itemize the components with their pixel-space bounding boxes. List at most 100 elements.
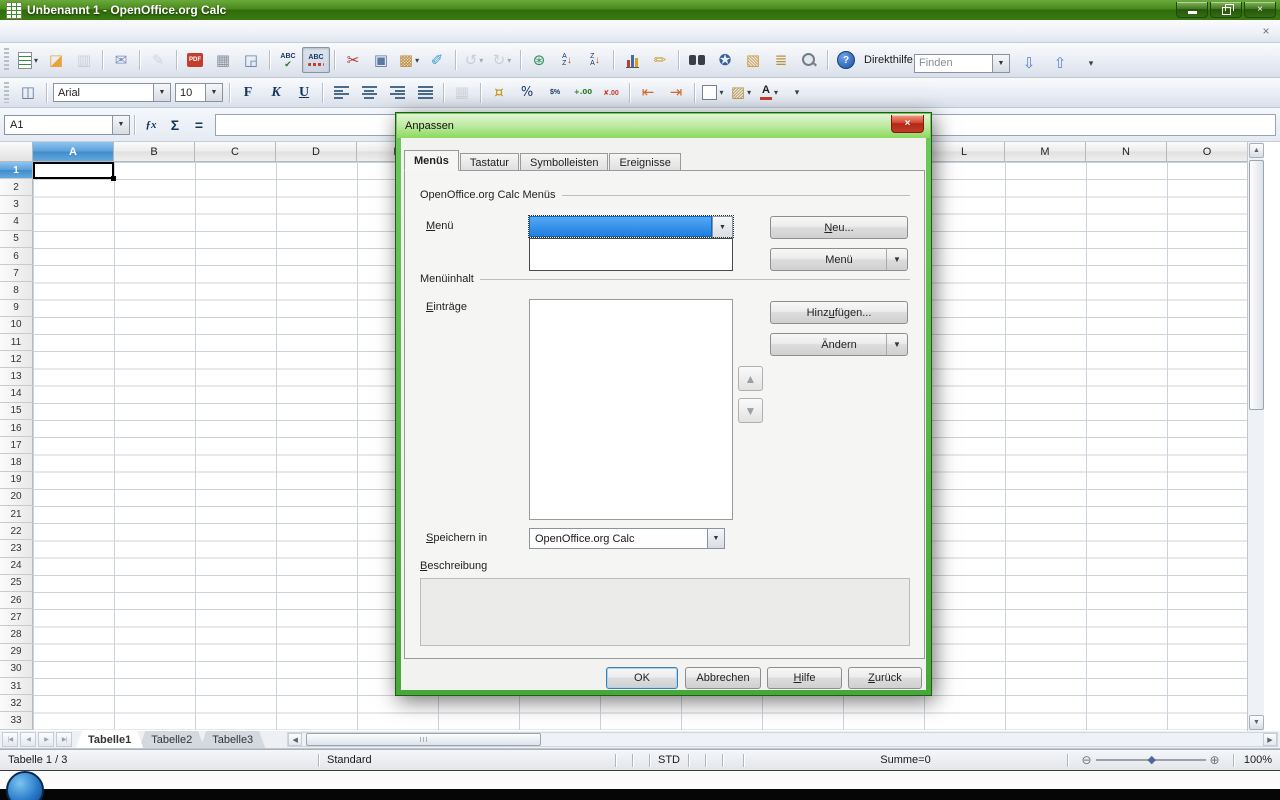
styles-icon[interactable]: ◫	[14, 80, 42, 106]
chevron-down-icon[interactable]: ▼	[153, 84, 170, 101]
row-header[interactable]: 3	[0, 196, 33, 213]
chevron-down-icon[interactable]: ▼	[992, 55, 1009, 72]
modify-button[interactable]: Ändern ▼	[770, 333, 908, 356]
hyperlink-icon[interactable]: ⊛	[525, 47, 553, 73]
next-sheet-icon[interactable]: ▶	[38, 732, 54, 747]
column-header[interactable]: L	[924, 142, 1005, 162]
document-close-button[interactable]: ×	[1258, 23, 1274, 39]
toolbar-grip[interactable]	[4, 48, 9, 72]
row-header[interactable]: 8	[0, 282, 33, 299]
copy-icon[interactable]: ▣	[367, 47, 395, 73]
row-header[interactable]: 27	[0, 609, 33, 626]
row-header[interactable]: 2	[0, 179, 33, 196]
row-header[interactable]: 22	[0, 523, 33, 540]
horizontal-scroll-thumb[interactable]	[306, 733, 541, 746]
zoom-percent[interactable]: 100%	[1234, 754, 1280, 766]
find-overflow-button[interactable]: ▾	[1077, 50, 1105, 76]
navigator-icon[interactable]: ✪	[711, 47, 739, 73]
font-name-combo[interactable]: Arial▼	[53, 83, 171, 102]
sum-icon[interactable]: Σ	[163, 114, 187, 136]
row-header[interactable]: 18	[0, 454, 33, 471]
previous-sheet-icon[interactable]: ◀	[20, 732, 36, 747]
sort-ascending-icon[interactable]: AZ↓	[553, 47, 581, 73]
zoom-out-icon[interactable]: ⊖	[1081, 754, 1091, 766]
row-header[interactable]: 25	[0, 575, 33, 592]
row-header[interactable]: 4	[0, 214, 33, 231]
row-header[interactable]: 12	[0, 351, 33, 368]
row-header[interactable]: 32	[0, 695, 33, 712]
row-header[interactable]: 29	[0, 644, 33, 661]
direkthilfe-label[interactable]: Direkthilfe	[860, 47, 917, 73]
data-sources-icon[interactable]: ≣	[767, 47, 795, 73]
background-color-icon[interactable]: ▨▾	[727, 80, 755, 106]
vertical-scrollbar[interactable]: ▲ ▼	[1247, 142, 1264, 731]
save-in-combobox[interactable]: OpenOffice.org Calc ▼	[529, 528, 725, 549]
cancel-button[interactable]: Abbrechen	[685, 667, 761, 689]
spellcheck-icon[interactable]: ABC✔	[274, 47, 302, 73]
chevron-down-icon[interactable]: ▼	[886, 249, 907, 270]
toolbar-grip[interactable]	[4, 82, 9, 102]
tab-ereignisse[interactable]: Ereignisse	[609, 153, 680, 171]
row-header[interactable]: 7	[0, 265, 33, 282]
row-header[interactable]: 9	[0, 300, 33, 317]
help-icon[interactable]: ?	[832, 47, 860, 73]
percent-format-icon[interactable]: %	[513, 80, 541, 106]
entries-listbox[interactable]	[529, 299, 733, 520]
increase-indent-icon[interactable]: ⇥	[662, 80, 690, 106]
dialog-close-button[interactable]: ×	[891, 115, 924, 133]
row-header[interactable]: 31	[0, 678, 33, 695]
row-header[interactable]: 13	[0, 368, 33, 385]
row-header[interactable]: 23	[0, 540, 33, 557]
row-header[interactable]: 21	[0, 506, 33, 523]
page-preview-icon[interactable]: ◲	[237, 47, 265, 73]
find-previous-icon[interactable]: ⇧	[1046, 50, 1074, 76]
first-sheet-icon[interactable]: |◀	[2, 732, 18, 747]
font-color-icon[interactable]: A▾	[755, 80, 783, 106]
toolbar2-overflow-button[interactable]: ▾	[783, 80, 811, 106]
insert-chart-icon[interactable]	[618, 47, 646, 73]
row-header[interactable]: 33	[0, 712, 33, 729]
gallery-icon[interactable]: ▧	[739, 47, 767, 73]
chevron-down-icon[interactable]: ▼	[112, 116, 129, 134]
row-header[interactable]: 14	[0, 386, 33, 403]
help-button[interactable]: Hilfe	[767, 667, 842, 689]
column-header[interactable]: O	[1167, 142, 1248, 162]
paste-icon[interactable]: ▩▾	[395, 47, 423, 73]
scroll-left-icon[interactable]: ◀	[288, 733, 302, 746]
currency-format-icon[interactable]: ¤	[485, 80, 513, 106]
zoom-in-icon[interactable]: ⊕	[1210, 754, 1220, 766]
equals-icon[interactable]: =	[187, 114, 211, 136]
row-header[interactable]: 17	[0, 437, 33, 454]
sheet-tab-tabelle3[interactable]: Tabelle3	[200, 731, 265, 748]
row-header[interactable]: 20	[0, 489, 33, 506]
chevron-down-icon[interactable]: ▼	[205, 84, 222, 101]
menu-button[interactable]: Menü ▼	[770, 248, 908, 271]
sheet-tab-tabelle2[interactable]: Tabelle2	[139, 731, 204, 748]
new-button[interactable]: Neu...	[770, 216, 908, 239]
align-justify-icon[interactable]	[411, 80, 439, 106]
minimize-button[interactable]	[1176, 2, 1208, 18]
row-header[interactable]: 24	[0, 558, 33, 575]
select-all-corner[interactable]	[0, 142, 33, 162]
scroll-down-icon[interactable]: ▼	[1249, 715, 1264, 730]
titlebar[interactable]: Unbenannt 1 - OpenOffice.org Calc ×	[0, 0, 1280, 20]
fill-handle[interactable]	[111, 176, 116, 181]
row-header[interactable]: 19	[0, 472, 33, 489]
column-header[interactable]: N	[1086, 142, 1167, 162]
email-icon[interactable]: ✉	[107, 47, 135, 73]
row-header[interactable]: 16	[0, 420, 33, 437]
find-replace-icon[interactable]	[683, 47, 711, 73]
selection-mode[interactable]: STD	[650, 754, 688, 766]
row-header[interactable]: 1	[0, 162, 33, 179]
align-left-icon[interactable]	[327, 80, 355, 106]
zoom-icon[interactable]	[795, 47, 823, 73]
close-button[interactable]: ×	[1244, 2, 1276, 18]
chevron-down-icon[interactable]: ▼	[707, 529, 724, 548]
tab-menüs[interactable]: Menüs	[404, 150, 459, 171]
decrease-indent-icon[interactable]: ⇤	[634, 80, 662, 106]
function-wizard-icon[interactable]: ƒx	[139, 114, 163, 136]
horizontal-scrollbar[interactable]: ◀ ▶	[287, 732, 1278, 747]
column-header[interactable]: B	[114, 142, 195, 162]
standard-format-icon[interactable]: $%	[541, 80, 569, 106]
borders-icon[interactable]: ▾	[699, 80, 727, 106]
